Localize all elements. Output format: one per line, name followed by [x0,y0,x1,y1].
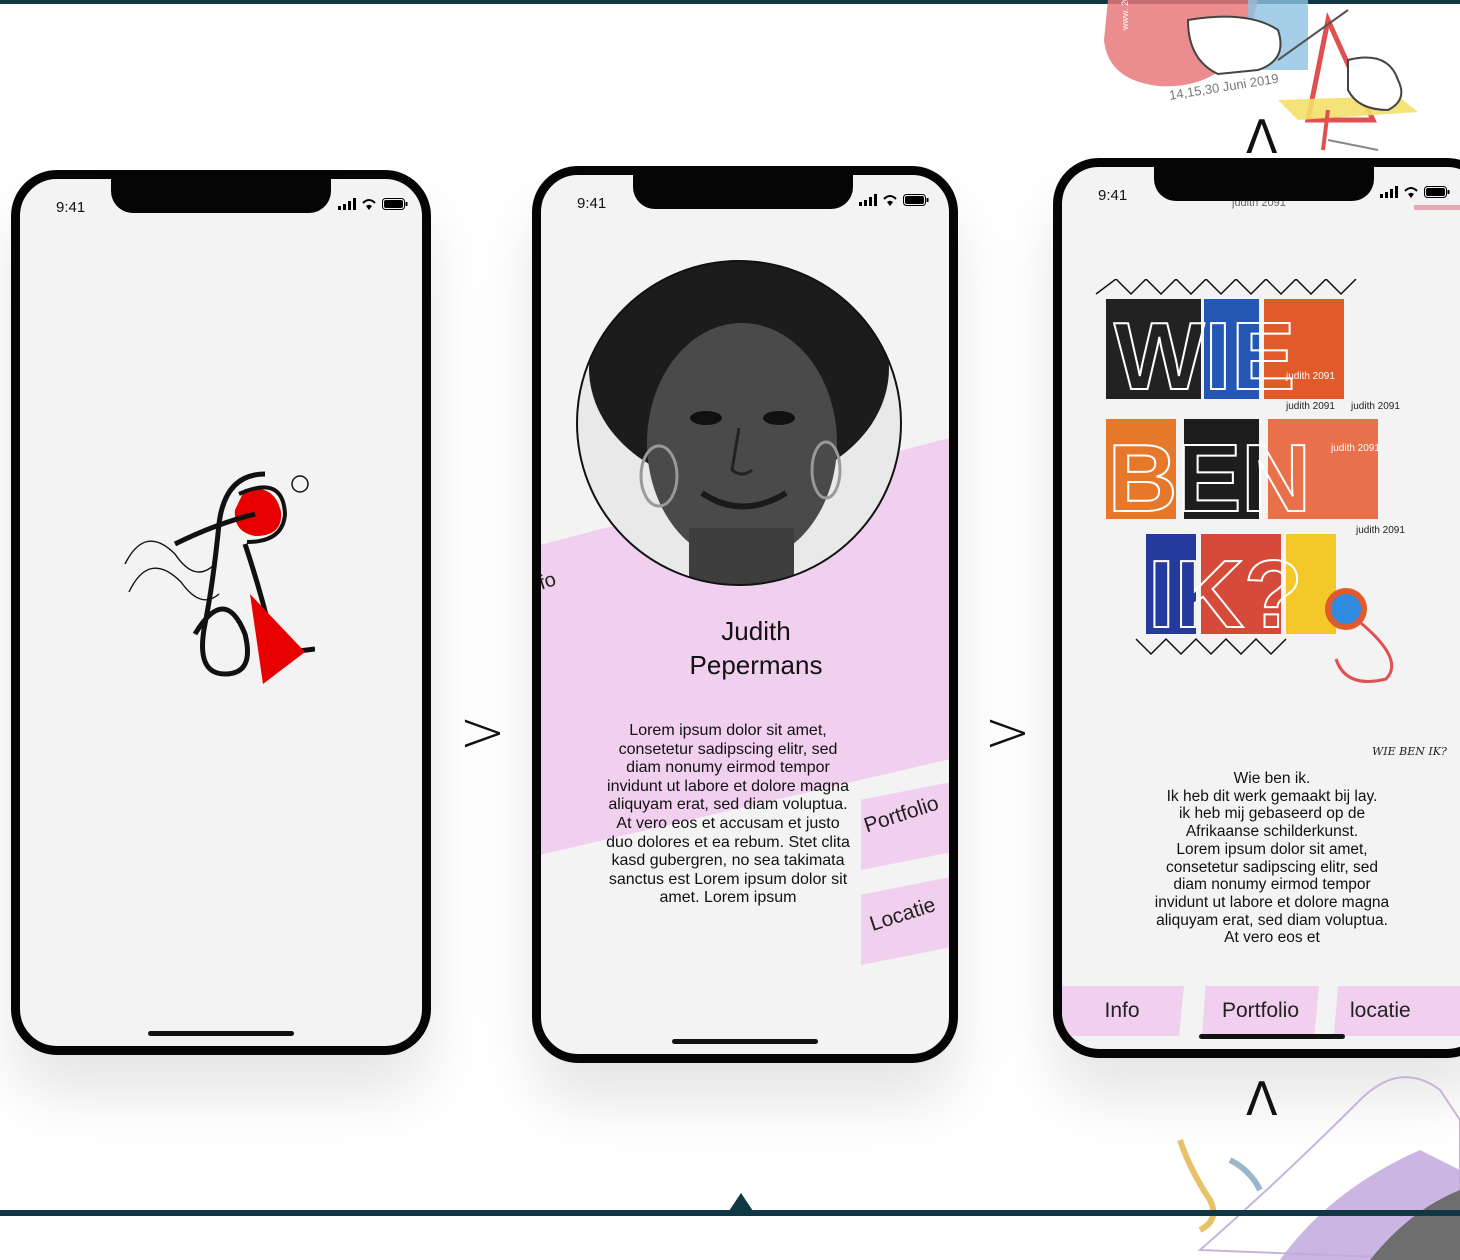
wifi-icon [362,199,376,210]
app-logo [124,471,315,684]
art-signature-1: judith 2091 [1285,371,1335,382]
signal-icon [338,198,356,210]
status-icons [338,198,408,210]
bottom-divider-notch [729,1193,753,1211]
signal-icon [859,194,877,206]
bottom-artwork [1177,1076,1460,1260]
home-indicator [672,1039,818,1044]
art-letters-wie: WIE [1114,303,1295,410]
art-letters-ik: IK? [1148,541,1303,648]
art-signature-3: judith 2091 [1350,401,1400,412]
about-line-6: consetetur sadipscing elitr, sed [1166,858,1378,876]
signal-icon [1380,186,1398,198]
profile-last-name: Pepermans [689,650,823,680]
about-line-9: aliquyam erat, sed diam voluptua. [1156,911,1388,929]
art-letters-ben: BEN [1108,425,1311,532]
nav-portfolio-button[interactable]: Portfolio [1202,986,1319,1036]
status-time: 9:41 [56,199,86,216]
battery-icon [903,194,929,206]
phone-splash-screen: 9:41 [11,170,431,1055]
phone-notch [1154,167,1374,201]
wifi-icon [1404,187,1418,198]
profile-photo [576,260,902,586]
phone-notch [633,175,853,209]
pink-accent-line [1414,205,1460,210]
profile-bio: Lorem ipsum dolor sit amet, consetetur s… [606,722,850,907]
next-arrow-1: > [459,700,506,765]
status-time: 9:41 [1098,187,1128,204]
nav-info-button[interactable]: Info [1062,986,1184,1036]
status-icons [1380,186,1450,198]
about-line-2: Ik heb dit werk gemaakt bij lay. [1166,787,1378,805]
profile-name: Judith Pepermans [601,614,911,682]
wifi-icon [883,195,897,206]
about-line-8: invidunt ut labore et dolore magna [1154,893,1390,911]
status-time: 9:41 [577,195,607,212]
art-signature-4: judith 2091 [1330,443,1380,454]
battery-icon [1424,186,1450,198]
home-indicator [148,1031,294,1036]
art-signature-5: judith 2091 [1355,525,1405,536]
about-line-5: Lorem ipsum dolor sit amet, [1176,840,1368,858]
next-arrow-2: > [984,700,1031,765]
art-signature-2: judith 2091 [1285,401,1335,412]
home-indicator [1199,1034,1345,1039]
up-arrow-top: Λ [1246,110,1278,164]
about-line-7: diam nonumy eirmod tempor [1173,876,1371,894]
about-text: Wie ben ik. Ik heb dit werk gemaakt bij … [1122,770,1422,947]
about-line-4: Afrikaanse schilderkunst. [1185,823,1359,841]
wie-ben-ik-artwork: WIE BEN IK? judith 2091 judith 2091 judi… [1095,279,1405,683]
about-line-3: ik heb mij gebaseerd op de [1178,805,1366,823]
battery-icon [382,198,408,210]
phone-profile-screen: 9:41 Info Judith Pepermans Lorem ipsum d… [532,166,958,1063]
nav-locatie-button[interactable]: locatie [1334,986,1460,1036]
profile-first-name: Judith [721,616,791,646]
status-icons [859,194,929,206]
about-line-1: Wie ben ik. [1233,770,1311,787]
artwork-caption: WIE BEN IK? [1372,745,1447,758]
phone-notch [111,179,331,213]
about-line-10: At vero eos et [1224,929,1320,947]
phone-about-screen: judith 2091 9:41 WIE BEN IK? judith 2091… [1053,158,1460,1058]
poster-side-text: www. 2019 be [1120,0,1130,31]
